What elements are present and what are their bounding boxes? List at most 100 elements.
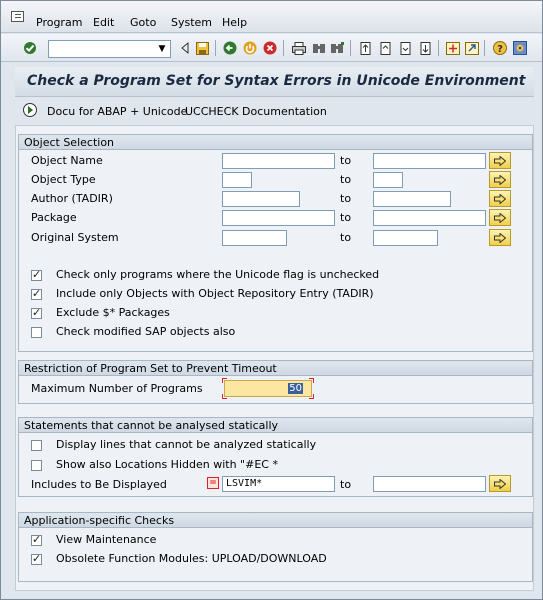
tadir-label: Include only Objects with Object Reposit…: [56, 287, 374, 300]
group-title: Application-specific Checks: [19, 513, 532, 528]
execute-icon[interactable]: [23, 103, 37, 117]
customize-layout-icon[interactable]: [512, 40, 528, 56]
arrow-right-icon: [494, 193, 506, 204]
previous-page-icon[interactable]: [377, 40, 393, 56]
includes-label: Includes to Be Displayed: [31, 478, 167, 491]
create-session-icon[interactable]: [445, 40, 461, 56]
save-icon[interactable]: [194, 40, 210, 56]
arrow-right-icon: [494, 155, 506, 166]
menu-help[interactable]: Help: [222, 16, 247, 29]
includes-from-input[interactable]: LSVIM*: [222, 476, 335, 492]
to-label: to: [340, 478, 352, 491]
tadir-checkbox[interactable]: [31, 287, 42, 300]
cancel-icon[interactable]: [262, 40, 278, 56]
group-title: Statements that cannot be analysed stati…: [19, 418, 532, 433]
multiple-selection-button[interactable]: [489, 190, 511, 207]
window-menu-icon[interactable]: [11, 11, 24, 22]
toolbar-separator: [484, 40, 485, 56]
display-lines-label: Display lines that cannot be analyzed st…: [56, 438, 317, 451]
multiple-selection-button[interactable]: [489, 152, 511, 169]
triangle-left-icon[interactable]: [177, 40, 193, 56]
to-label: to: [340, 192, 352, 205]
group-title: Restriction of Program Set to Prevent Ti…: [19, 361, 532, 376]
last-page-icon[interactable]: [417, 40, 433, 56]
toolbar-separator: [438, 40, 439, 56]
multiple-selection-button[interactable]: [489, 475, 511, 492]
object-type-to-input[interactable]: [373, 172, 403, 188]
menu-system[interactable]: System: [171, 16, 212, 29]
object-selection-group: Object Selection Object Name to Object T…: [18, 134, 533, 352]
original-system-label: Original System: [31, 231, 119, 244]
menu-program[interactable]: Program: [36, 16, 82, 29]
find-icon[interactable]: [311, 40, 327, 56]
display-lines-checkbox[interactable]: [31, 440, 42, 451]
print-icon[interactable]: [291, 40, 307, 56]
next-page-icon[interactable]: [397, 40, 413, 56]
arrow-right-icon: [494, 174, 506, 185]
package-to-input[interactable]: [373, 210, 486, 226]
focus-corner: [309, 378, 314, 383]
arrow-right-icon: [494, 232, 506, 243]
menu-goto[interactable]: Goto: [130, 16, 156, 29]
restriction-group: Restriction of Program Set to Prevent Ti…: [18, 360, 533, 404]
to-label: to: [340, 154, 352, 167]
package-from-input[interactable]: [222, 210, 335, 226]
view-maintenance-label: View Maintenance: [56, 533, 157, 546]
unicode-flag-label: Check only programs where the Unicode fl…: [56, 268, 380, 281]
max-programs-label: Maximum Number of Programs: [31, 382, 203, 395]
enter-icon[interactable]: [22, 40, 38, 56]
object-type-from-input[interactable]: [222, 172, 252, 188]
sap-window: Program Edit Goto System Help ▼ ? Check …: [0, 0, 543, 600]
shortcut-icon[interactable]: [464, 40, 480, 56]
max-programs-value: 50: [288, 383, 303, 394]
max-programs-input[interactable]: 50: [224, 380, 312, 397]
app-checks-group: Application-specific Checks View Mainten…: [18, 512, 533, 582]
find-next-icon[interactable]: [329, 40, 345, 56]
modified-sap-objects-label: Check modified SAP objects also: [56, 325, 236, 338]
original-system-to-input[interactable]: [373, 230, 438, 246]
object-name-label: Object Name: [31, 154, 103, 167]
unicode-flag-checkbox[interactable]: [31, 268, 42, 281]
title-bar: Check a Program Set for Syntax Errors in…: [15, 67, 534, 97]
help-icon[interactable]: ?: [492, 40, 508, 56]
group-title: Object Selection: [19, 135, 532, 150]
multiple-selection-button[interactable]: [489, 171, 511, 188]
author-from-input[interactable]: [222, 191, 300, 207]
command-field[interactable]: ▼: [48, 40, 171, 58]
original-system-from-input[interactable]: [222, 230, 287, 246]
object-name-from-input[interactable]: [222, 153, 335, 169]
back-icon[interactable]: [222, 40, 238, 56]
page-title: Check a Program Set for Syntax Errors in…: [27, 73, 526, 89]
author-label: Author (TADIR): [31, 192, 113, 205]
view-maintenance-checkbox[interactable]: [31, 533, 42, 546]
to-label: to: [340, 231, 352, 244]
chevron-down-icon[interactable]: ▼: [156, 43, 168, 55]
obsolete-function-modules-checkbox[interactable]: [31, 552, 42, 565]
menu-edit[interactable]: Edit: [93, 16, 114, 29]
toolbar-separator: [350, 40, 351, 56]
modified-sap-objects-checkbox[interactable]: [31, 327, 42, 338]
to-label: to: [340, 211, 352, 224]
object-name-to-input[interactable]: [373, 153, 486, 169]
selection-option-icon[interactable]: =: [207, 477, 219, 489]
application-toolbar: Docu for ABAP + Unicode UCCHECK Document…: [15, 98, 534, 124]
toolbar-separator: [215, 40, 216, 56]
focus-corner: [222, 394, 227, 399]
toolbar-separator: [283, 40, 284, 56]
svg-text:?: ?: [497, 44, 503, 55]
ucccheck-documentation-button[interactable]: UCCHECK Documentation: [185, 105, 327, 118]
show-hidden-locations-label: Show also Locations Hidden with "#EC *: [56, 458, 278, 471]
show-hidden-locations-checkbox[interactable]: [31, 460, 42, 471]
author-to-input[interactable]: [373, 191, 451, 207]
arrow-right-icon: [494, 212, 506, 223]
includes-to-input[interactable]: [373, 476, 486, 492]
first-page-icon[interactable]: [357, 40, 373, 56]
statements-group: Statements that cannot be analysed stati…: [18, 417, 533, 497]
main-panel: Object Selection Object Name to Object T…: [15, 125, 534, 591]
exclude-packages-checkbox[interactable]: [31, 306, 42, 319]
docu-abap-unicode-button[interactable]: Docu for ABAP + Unicode: [47, 105, 187, 118]
object-type-label: Object Type: [31, 173, 96, 186]
multiple-selection-button[interactable]: [489, 229, 511, 246]
exit-icon[interactable]: [242, 40, 258, 56]
multiple-selection-button[interactable]: [489, 209, 511, 226]
